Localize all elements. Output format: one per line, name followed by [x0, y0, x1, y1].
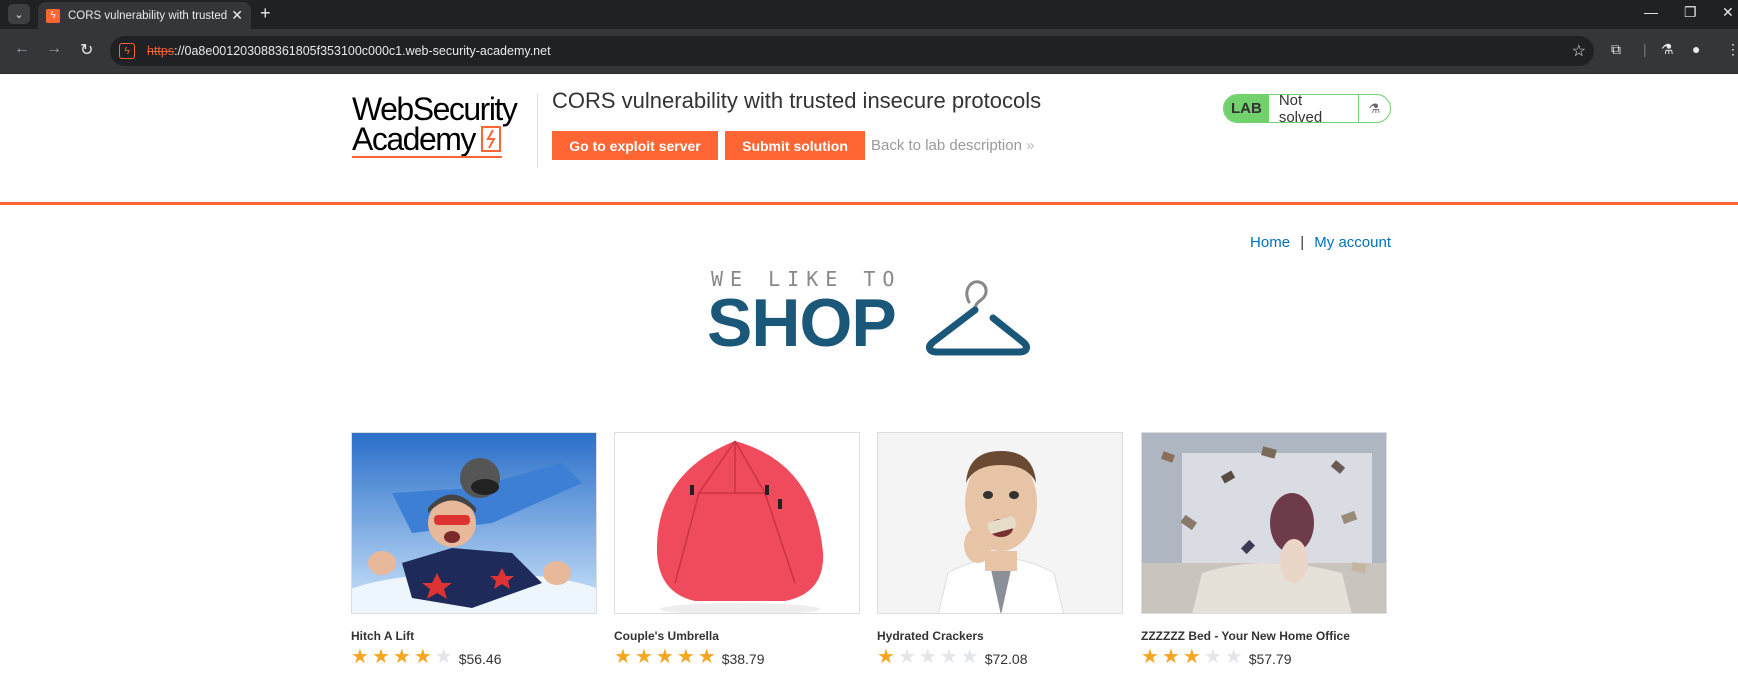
product-card[interactable]: ZZZZZZ Bed - Your New Home Office ★ ★ ★ ★ ★ …: [1141, 432, 1389, 667]
product-meta: ★ ★ ★ ★ ★ $38.79: [614, 647, 862, 667]
star-filled-icon: ★: [392, 646, 411, 668]
logo-line-2-text: Academy: [352, 121, 476, 157]
shop-banner: WE LIKE TO SHOP: [707, 264, 1037, 364]
lab-badge: LAB: [1224, 95, 1269, 122]
star-filled-icon: ★: [1141, 646, 1159, 668]
product-card[interactable]: Couple's Umbrella ★ ★ ★ ★ ★ $38.79: [614, 432, 862, 667]
my-account-link[interactable]: My account: [1314, 234, 1391, 251]
menu-kebab-icon[interactable]: ⋮: [1726, 41, 1738, 58]
top-nav-links: Home | My account: [1250, 234, 1391, 251]
tab-search-button[interactable]: ⌄: [8, 4, 30, 24]
lightning-favicon-icon: ϟ: [46, 8, 60, 23]
bookmark-star-icon[interactable]: ☆: [1572, 41, 1586, 61]
star-filled-icon: ★: [1182, 646, 1201, 668]
star-filled-icon: ★: [634, 646, 653, 668]
product-name: Couple's Umbrella: [614, 629, 719, 643]
back-to-lab-description-link[interactable]: Back to lab description »: [871, 137, 1034, 154]
product-meta: ★ ★ ★ ★ ★ $57.79: [1141, 647, 1389, 667]
tab-title: CORS vulnerability with trusted: [68, 9, 228, 22]
extensions-icon[interactable]: ⧉: [1611, 41, 1621, 58]
site-info-icon[interactable]: ϟ: [119, 43, 135, 59]
submit-solution-button[interactable]: Submit solution: [725, 131, 865, 160]
star-filled-icon: ★: [1161, 646, 1180, 668]
product-image-flying-books[interactable]: [1141, 432, 1387, 614]
coat-hanger-icon: [926, 280, 1030, 356]
web-security-academy-logo[interactable]: WebSecurity Academy: [352, 91, 532, 164]
star-empty-icon: ★: [918, 646, 937, 668]
minimize-icon[interactable]: —: [1644, 4, 1658, 20]
browser-tab[interactable]: ϟ CORS vulnerability with trusted ✕: [38, 2, 251, 29]
reload-icon[interactable]: ↻: [80, 40, 93, 60]
product-image-umbrella[interactable]: [614, 432, 860, 614]
page-content: WebSecurity Academy CORS vulnerability w…: [0, 74, 1738, 678]
double-chevron-right-icon: »: [1026, 137, 1035, 154]
star-filled-icon: ★: [697, 646, 716, 668]
academy-header: WebSecurity Academy CORS vulnerability w…: [0, 74, 1738, 205]
logo-underline: [352, 156, 502, 158]
star-empty-icon: ★: [960, 646, 979, 668]
star-empty-icon: ★: [897, 646, 916, 668]
header-divider: [537, 94, 538, 168]
product-image-crackers[interactable]: [877, 432, 1123, 614]
forward-arrow-icon[interactable]: →: [46, 40, 62, 58]
nav-separator: |: [1300, 234, 1305, 251]
new-tab-icon[interactable]: +: [260, 3, 271, 24]
star-empty-icon: ★: [1224, 646, 1243, 668]
toolbar-divider: |: [1643, 41, 1647, 57]
product-card[interactable]: Hydrated Crackers ★ ★ ★ ★ ★ $72.08: [877, 432, 1125, 667]
star-filled-icon: ★: [371, 646, 390, 668]
browser-toolbar: ← → ↻ ϟ https ://0a8e001203088361805f353…: [0, 29, 1738, 74]
product-card[interactable]: Hitch A Lift ★ ★ ★ ★ ★ $56.46: [351, 432, 599, 667]
url-scheme: https: [147, 44, 175, 58]
logo-bolt-icon: [480, 126, 501, 152]
product-price: $72.08: [984, 651, 1028, 667]
rating-stars: ★ ★ ★ ★ ★: [1141, 647, 1246, 667]
product-meta: ★ ★ ★ ★ ★ $72.08: [877, 647, 1125, 667]
product-image-skydivers[interactable]: [351, 432, 597, 614]
browser-tab-bar: ⌄ ϟ CORS vulnerability with trusted ✕ + …: [0, 0, 1738, 29]
star-filled-icon: ★: [676, 646, 695, 668]
lab-status-widget: LAB Not solved ⚗: [1223, 94, 1391, 123]
star-filled-icon: ★: [877, 646, 895, 668]
logo-line-2: Academy: [352, 121, 532, 157]
profile-icon[interactable]: ●: [1692, 41, 1700, 57]
restore-icon[interactable]: ❐: [1684, 4, 1697, 21]
star-empty-icon: ★: [1203, 646, 1222, 668]
lab-title: CORS vulnerability with trusted insecure…: [552, 88, 1042, 113]
labs-flask-icon[interactable]: ⚗: [1661, 41, 1674, 58]
product-name: ZZZZZZ Bed - Your New Home Office: [1141, 629, 1350, 643]
product-meta: ★ ★ ★ ★ ★ $56.46: [351, 647, 599, 667]
rating-stars: ★ ★ ★ ★ ★: [351, 647, 456, 667]
star-empty-icon: ★: [434, 646, 453, 668]
lab-status-text: Not solved: [1278, 94, 1323, 123]
url-text: ://0a8e001203088361805f353100c000c1.web-…: [174, 44, 551, 58]
home-link[interactable]: Home: [1250, 234, 1290, 251]
product-price: $56.46: [458, 651, 502, 667]
back-arrow-icon[interactable]: ←: [14, 40, 30, 58]
rating-stars: ★ ★ ★ ★ ★: [614, 647, 719, 667]
star-filled-icon: ★: [655, 646, 674, 668]
back-link-label: Back to lab description: [871, 137, 1022, 154]
star-empty-icon: ★: [939, 646, 958, 668]
rating-stars: ★ ★ ★ ★ ★: [877, 647, 982, 667]
window-close-icon[interactable]: ✕: [1722, 4, 1734, 21]
star-filled-icon: ★: [413, 646, 432, 668]
product-name: Hitch A Lift: [351, 629, 415, 643]
logo-line-1: WebSecurity: [352, 91, 518, 127]
flask-icon: ⚗: [1358, 95, 1390, 122]
product-price: $38.79: [721, 651, 765, 667]
product-price: $57.79: [1248, 651, 1292, 667]
close-tab-icon[interactable]: ✕: [231, 7, 243, 24]
product-name: Hydrated Crackers: [877, 629, 984, 643]
go-to-exploit-server-button[interactable]: Go to exploit server: [552, 131, 718, 160]
address-bar[interactable]: ϟ https ://0a8e001203088361805f353100c00…: [110, 36, 1594, 66]
banner-title: SHOP: [707, 285, 897, 361]
star-filled-icon: ★: [351, 646, 369, 668]
star-filled-icon: ★: [614, 646, 632, 668]
